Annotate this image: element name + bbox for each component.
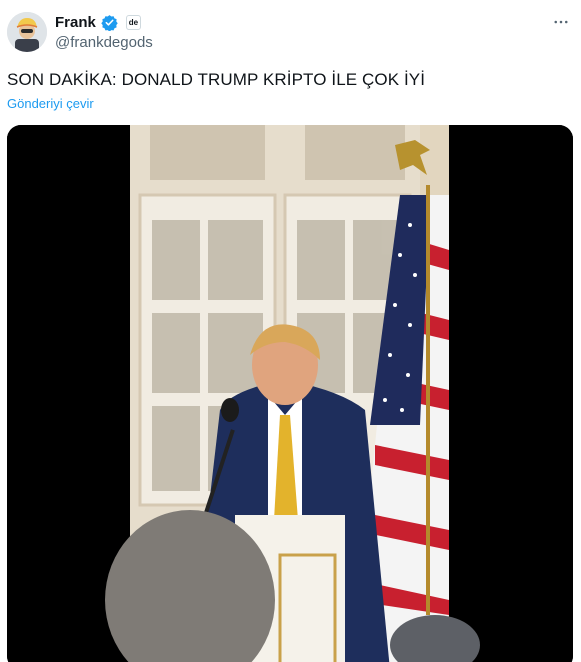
tweet-video[interactable] [7, 125, 573, 662]
translate-link[interactable]: Gönderiyi çevir [7, 96, 94, 111]
more-options-icon[interactable] [551, 12, 571, 32]
video-frame [7, 125, 573, 662]
tweet-text: SON DAKİKA: DONALD TRUMP KRİPTO İLE ÇOK … [7, 70, 426, 89]
verified-badge-icon[interactable] [101, 14, 118, 31]
video-scene [105, 125, 480, 662]
avatar[interactable] [7, 12, 47, 52]
name-row: Frank de [55, 13, 153, 31]
tweet-card[interactable]: Frank de @frankdegods SON DAKİKA: DONALD… [0, 0, 581, 662]
display-name[interactable]: Frank [55, 14, 96, 31]
author-handle[interactable]: @frankdegods [55, 34, 153, 51]
affiliate-badge[interactable]: de [125, 14, 141, 30]
author-info: Frank de @frankdegods [55, 13, 153, 52]
avatar-image [7, 12, 47, 52]
